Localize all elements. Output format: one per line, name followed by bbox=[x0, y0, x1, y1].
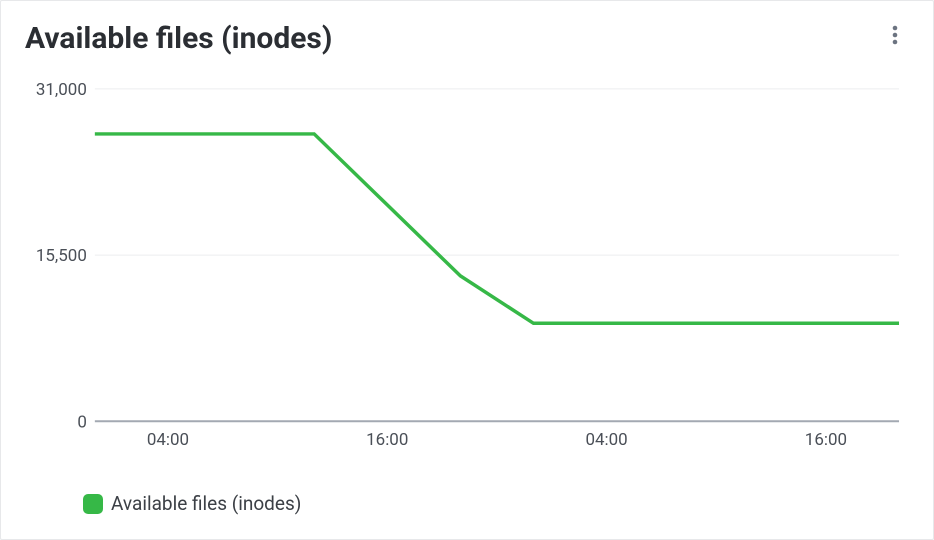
panel-menu-button[interactable] bbox=[881, 21, 909, 49]
y-tick-label: 0 bbox=[77, 412, 87, 432]
x-tick-label: 16:00 bbox=[366, 430, 408, 450]
y-tick-label: 15,500 bbox=[36, 246, 87, 266]
panel-header: Available files (inodes) bbox=[25, 21, 909, 56]
y-tick-label: 31,000 bbox=[36, 80, 87, 100]
x-tick-label: 16:00 bbox=[805, 430, 847, 450]
chart-series-line bbox=[95, 134, 899, 323]
chart-panel: Available files (inodes) 0 15, bbox=[0, 0, 934, 540]
x-tick-labels: 04:00 16:00 04:00 16:00 bbox=[147, 430, 847, 450]
legend-label: Available files (inodes) bbox=[111, 492, 301, 515]
chart-legend: Available files (inodes) bbox=[83, 492, 301, 515]
y-tick-labels: 0 15,500 31,000 bbox=[36, 80, 87, 432]
x-tick-label: 04:00 bbox=[585, 430, 627, 450]
x-tick-label: 04:00 bbox=[147, 430, 189, 450]
line-chart-svg: 0 15,500 31,000 04:00 16:00 04:00 16:00 bbox=[25, 69, 909, 479]
gridlines bbox=[95, 89, 899, 255]
chart-plot-area: 0 15,500 31,000 04:00 16:00 04:00 16:00 bbox=[25, 69, 909, 479]
legend-swatch bbox=[83, 494, 103, 514]
kebab-menu-icon bbox=[892, 25, 898, 45]
chart-title: Available files (inodes) bbox=[25, 21, 332, 56]
